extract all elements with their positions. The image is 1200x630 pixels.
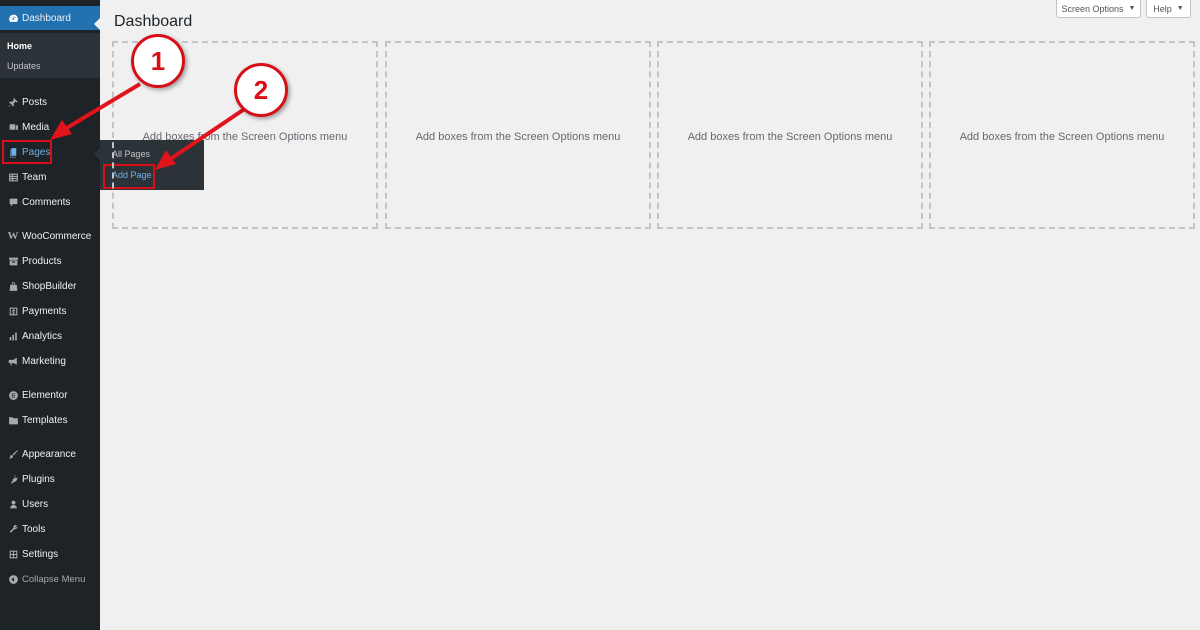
sidebar-item-label: Media (22, 121, 50, 133)
sidebar-item-label: Posts (22, 96, 48, 108)
empty-area-message: Add boxes from the Screen Options menu (415, 131, 621, 143)
sidebar-item-label: Appearance (22, 448, 76, 460)
sidebar-item-appearance[interactable]: Appearance (0, 443, 100, 465)
sidebar-item-label: Tools (22, 523, 46, 535)
active-indicator (94, 18, 100, 30)
sidebar-item-label: Payments (22, 305, 67, 317)
dashboard-submenu: Home Updates (0, 33, 100, 78)
comment-icon (5, 197, 21, 208)
team-icon (5, 172, 21, 183)
help-button[interactable]: Help ▼ (1146, 0, 1191, 18)
admin-sidebar: Dashboard Home Updates Posts Media Pages… (0, 0, 100, 630)
help-label: Help (1153, 3, 1172, 14)
sidebar-item-shopbuilder[interactable]: ShopBuilder (0, 275, 100, 297)
screen-options-label: Screen Options (1061, 3, 1124, 14)
sidebar-item-label: Templates (22, 414, 68, 426)
brush-icon (5, 449, 21, 460)
pages-icon (5, 147, 21, 158)
sidebar-item-woocommerce[interactable]: W WooCommerce (0, 225, 100, 247)
collapse-menu-button[interactable]: Collapse Menu (0, 568, 100, 590)
folder-icon (5, 415, 21, 426)
settings-icon (5, 549, 21, 560)
collapse-icon (5, 574, 21, 585)
caret-down-icon: ▼ (1176, 5, 1184, 12)
dollar-icon (5, 306, 21, 317)
sidebar-item-pages[interactable]: Pages (0, 141, 100, 163)
sidebar-item-label: Comments (22, 196, 71, 208)
sidebar-item-settings[interactable]: Settings (0, 543, 100, 565)
elementor-icon (5, 390, 21, 401)
sidebar-item-label: Marketing (22, 355, 66, 367)
submenu-item-updates[interactable]: Updates (7, 61, 41, 71)
empty-area-message: Add boxes from the Screen Options menu (142, 131, 348, 143)
sidebar-item-label: Plugins (22, 473, 55, 485)
bag-icon (5, 281, 21, 292)
user-icon (5, 499, 21, 510)
sidebar-item-label: Settings (22, 548, 59, 560)
dashboard-widget-area: Add boxes from the Screen Options menu (657, 41, 923, 229)
empty-area-message: Add boxes from the Screen Options menu (959, 131, 1165, 143)
caret-down-icon: ▼ (1128, 5, 1136, 12)
archive-icon (5, 256, 21, 267)
sidebar-item-analytics[interactable]: Analytics (0, 325, 100, 347)
sidebar-item-templates[interactable]: Templates (0, 409, 100, 431)
megaphone-icon (5, 356, 21, 367)
sidebar-item-label: Team (22, 171, 47, 183)
sidebar-item-media[interactable]: Media (0, 116, 100, 138)
sidebar-item-label: Users (22, 498, 49, 510)
step-2-number: 2 (253, 74, 269, 105)
sidebar-item-label: Products (22, 255, 62, 267)
sidebar-item-payments[interactable]: Payments (0, 300, 100, 322)
flyout-pointer (94, 148, 100, 160)
sidebar-item-users[interactable]: Users (0, 493, 100, 515)
empty-area-message: Add boxes from the Screen Options menu (687, 131, 893, 143)
sidebar-item-label: ShopBuilder (22, 280, 77, 292)
dashboard-widget-area: Add boxes from the Screen Options menu (929, 41, 1195, 229)
woocommerce-icon: W (7, 230, 19, 242)
bar-chart-icon (5, 331, 21, 342)
wrench-icon (5, 524, 21, 535)
dashboard-widget-area: Add boxes from the Screen Options menu (385, 41, 651, 229)
sidebar-item-label: Elementor (22, 389, 68, 401)
step-1-number: 1 (150, 45, 166, 76)
page-title: Dashboard (114, 13, 193, 30)
pin-icon (5, 97, 21, 108)
sidebar-item-label: Collapse Menu (22, 573, 86, 585)
plug-icon (5, 474, 21, 485)
submenu-item-home[interactable]: Home (7, 41, 32, 51)
sidebar-item-label: Dashboard (22, 12, 71, 24)
sidebar-item-label: Analytics (22, 330, 63, 342)
dashboard-icon (5, 13, 21, 24)
sidebar-item-marketing[interactable]: Marketing (0, 350, 100, 372)
step-1-badge: 1 (131, 34, 185, 88)
sidebar-item-comments[interactable]: Comments (0, 191, 100, 213)
sidebar-item-plugins[interactable]: Plugins (0, 468, 100, 490)
sidebar-item-products[interactable]: Products (0, 250, 100, 272)
sidebar-item-posts[interactable]: Posts (0, 91, 100, 113)
sidebar-item-label: WooCommerce (22, 230, 92, 242)
sidebar-item-label: Pages (22, 146, 51, 158)
sidebar-item-team[interactable]: Team (0, 166, 100, 188)
sidebar-item-dashboard[interactable]: Dashboard (0, 6, 100, 30)
screen-options-button[interactable]: Screen Options ▼ (1056, 0, 1141, 18)
sidebar-item-tools[interactable]: Tools (0, 518, 100, 540)
sidebar-item-elementor[interactable]: Elementor (0, 384, 100, 406)
media-icon (5, 122, 21, 133)
step-2-badge: 2 (234, 63, 288, 117)
